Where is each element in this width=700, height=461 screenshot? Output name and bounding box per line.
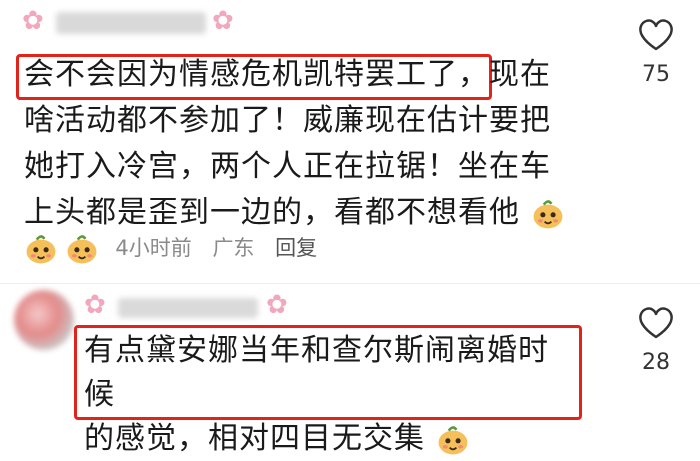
comment-line: 的感觉，相对四目无交集 — [84, 417, 574, 461]
comment-text: 会不会因为情感危机凯特罢工了，现在 啥活动都不参加了！威廉现在估计要把 她打入冷… — [24, 52, 604, 236]
heart-outline-icon — [639, 19, 673, 51]
username-blurred — [56, 12, 206, 34]
comment-location: 广东 — [212, 236, 255, 260]
reply-button[interactable]: 回复 — [275, 236, 317, 260]
comment-item: ✿ ✿ 有点黛安娜当年和查尔斯闹离婚时候 的感觉，相对四目无交集 28 — [0, 284, 700, 456]
pink-flower-icon: ✿ — [22, 6, 44, 36]
username-blurred — [118, 298, 258, 318]
pink-flower-icon: ✿ — [266, 290, 288, 320]
pear-face-emoji-icon — [67, 235, 97, 264]
heart-outline-icon — [639, 307, 673, 339]
comment-line: 有点黛安娜当年和查尔斯闹离婚时候 — [84, 333, 549, 412]
comment-line: 啥活动都不参加了！威廉现在估计要把 — [24, 103, 551, 138]
pear-face-emoji-icon — [438, 425, 467, 454]
pear-face-emoji-icon — [26, 235, 56, 264]
like-button[interactable]: 28 — [632, 306, 680, 375]
pear-face-emoji-icon — [533, 199, 562, 228]
pink-flower-icon: ✿ — [84, 290, 106, 320]
comment-time: 4小时前 — [115, 236, 192, 260]
comment-line: 上头都是歪到一边的，看都不想看他 — [24, 190, 604, 236]
comment-text: 有点黛安娜当年和查尔斯闹离婚时候 的感觉，相对四目无交集 — [84, 329, 574, 461]
pink-flower-icon: ✿ — [212, 6, 234, 36]
comment-line: 会不会因为情感危机凯特罢工了，现在 — [24, 57, 551, 92]
like-count: 75 — [642, 62, 670, 87]
like-button[interactable]: 75 — [632, 18, 680, 87]
avatar — [14, 290, 74, 350]
comment-meta: 4小时前 广东 回复 — [24, 232, 331, 266]
like-count: 28 — [642, 350, 670, 375]
comment-item: ✿ ✿ 会不会因为情感危机凯特罢工了，现在 啥活动都不参加了！威廉现在估计要把 … — [0, 0, 700, 280]
comment-line: 她打入冷宫，两个人正在拉锯！坐在车 — [24, 149, 551, 184]
